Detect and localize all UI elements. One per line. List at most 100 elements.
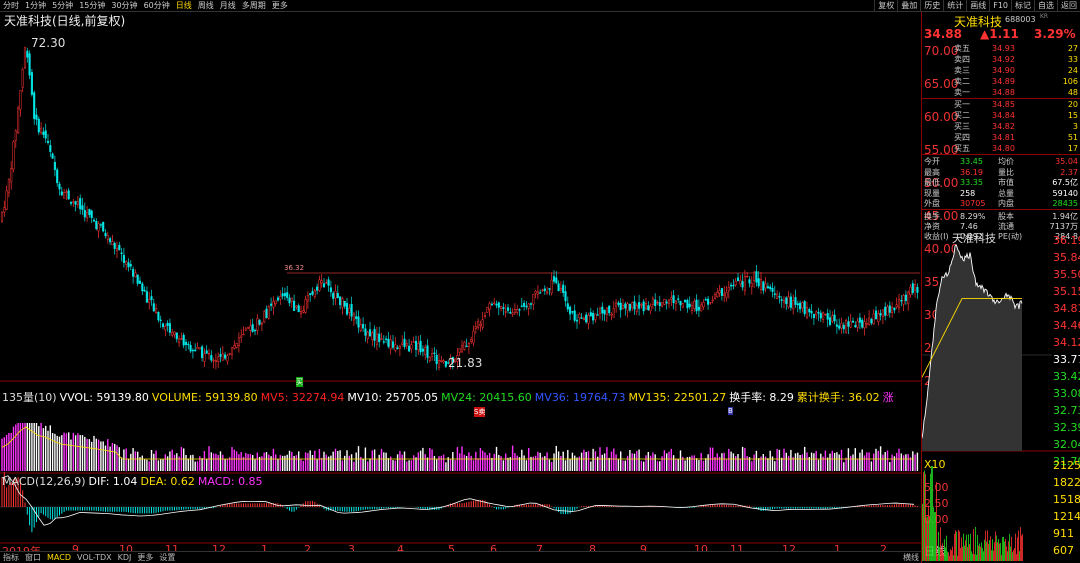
top-toolbar: 分时 1分钟 5分钟 15分钟 30分钟 60分钟 日线 周线 月线 多周期 更多 复权 叠加 历史 统计… [0, 0, 1080, 12]
period-tab-10[interactable]: 更多 [269, 0, 291, 12]
minichart-price-tick: 34.46 [1053, 319, 1080, 332]
order-book-ask-row[interactable]: 卖三 34.90 24 [922, 65, 1080, 76]
order-book-ask-row[interactable]: 卖四 34.92 33 [922, 54, 1080, 65]
stock-tag: KR [1040, 13, 1049, 20]
bid-level-label: 买三 [954, 122, 970, 131]
indicator-tab-1[interactable]: 窗口 [22, 552, 44, 563]
minichart-price-tick: 32.73 [1053, 404, 1080, 417]
order-book-bid-row[interactable]: 买五 34.80 17 [922, 143, 1080, 154]
tool-button-8[interactable]: 返回 [1057, 0, 1080, 12]
stat-label: 量比 [998, 167, 1014, 177]
sell-marker: S卖 [474, 407, 486, 417]
bid-level-label: 买五 [954, 144, 970, 153]
book-divider-2 [922, 154, 1080, 155]
indicator-tab-6[interactable]: 设置 [156, 552, 178, 563]
stat-value: 59140 [1052, 188, 1078, 198]
intraday-minichart: 天准科技 36.19 35.84 35.50 35.15 34.81 34.46 34.12… [922, 230, 1080, 563]
resistance-label: 36.32 [284, 264, 305, 272]
period-tab-7[interactable]: 周线 [195, 0, 217, 12]
period-tabs: 分时 1分钟 5分钟 15分钟 30分钟 60分钟 日线 周线 月线 多周期 更多 [0, 0, 291, 12]
kline-chart[interactable] [0, 12, 921, 551]
volume-indicator-value: 累计换手: 36.02 [796, 391, 880, 404]
period-tab-5[interactable]: 60分钟 [141, 0, 173, 12]
ask-level-label: 卖三 [954, 66, 970, 75]
order-book-ask-row[interactable]: 卖五 34.93 27 [922, 43, 1080, 54]
order-book-bid-row[interactable]: 买一 34.85 20 [922, 99, 1080, 110]
order-book-ask-row[interactable]: 卖一 34.88 48 [922, 87, 1080, 98]
period-tab-1[interactable]: 1分钟 [22, 0, 49, 12]
tool-button-3[interactable]: 统计 [943, 0, 966, 12]
bid-level-label: 买一 [954, 100, 970, 109]
tool-button-4[interactable]: 画线 [966, 0, 989, 12]
minichart-volume-tick: 607 [1053, 544, 1074, 557]
stat-label: 外盘 [924, 199, 940, 208]
stat-label: 市值 [998, 178, 1014, 187]
volume-indicator-value: VOLUME: 59139.80 [151, 391, 258, 404]
order-book-ask-row[interactable]: 卖二 34.89 106 [922, 76, 1080, 87]
minichart-price-tick: 35.84 [1053, 251, 1080, 264]
volume-indicator-name: 135量(10) [2, 391, 57, 404]
minichart-price-tick: 33.77 [1053, 353, 1080, 366]
stat-label: 内盘 [998, 199, 1014, 208]
tool-button-1[interactable]: 叠加 [897, 0, 920, 12]
stat-value: 258 [960, 188, 976, 198]
stock-code: 688003 [1005, 15, 1036, 24]
order-book-bid-row[interactable]: 买二 34.84 15 [922, 110, 1080, 121]
stat-label: 现量 [924, 188, 940, 198]
indicator-tab-4[interactable]: KDJ [115, 552, 135, 563]
indicator-tab-2[interactable]: MACD [44, 552, 74, 563]
macd-indicator-name: MACD(12,26,9) [2, 475, 86, 488]
period-tab-9[interactable]: 多周期 [239, 0, 269, 12]
ask-price: 34.88 [992, 88, 1015, 97]
period-tab-0[interactable]: 分时 [0, 0, 22, 12]
tool-button-2[interactable]: 历史 [920, 0, 943, 12]
minichart-volume-tick: 1214 [1053, 510, 1080, 523]
macd-indicator-legend: MACD(12,26,9) DIF: 1.04 DEA: 0.62 MACD: 0.8… [2, 475, 266, 488]
tool-buttons: 复权 叠加 历史 统计 画线 F10 标记 自选 返回 [874, 0, 1080, 12]
stat-value: 67.5亿 [1052, 178, 1078, 187]
bid-volume: 20 [1067, 100, 1078, 109]
ask-price: 34.89 [992, 77, 1015, 86]
quote-panel: 天准科技 688003 KR 34.88 ▲1.11 3.29% 卖五 34.93… [921, 12, 1080, 563]
stat-value: 36.19 [960, 167, 983, 177]
volume-indicator-value: VVOL: 59139.80 [59, 391, 149, 404]
tool-button-0[interactable]: 复权 [874, 0, 897, 12]
bid-volume: 15 [1067, 111, 1078, 120]
buy-marker: 买 [296, 377, 303, 387]
period-tab-6[interactable]: 日线 [173, 0, 195, 12]
hline-button[interactable]: 横线 [903, 552, 919, 563]
indicator-tabs: 指标 窗口 MACD VOL-TDX KDJ 更多 设置 [0, 552, 178, 563]
ask-level-label: 卖二 [954, 77, 970, 86]
ask-level-label: 卖五 [954, 44, 970, 53]
minichart-price-tick: 32.39 [1053, 421, 1080, 434]
order-book-bid-row[interactable]: 买三 34.82 3 [922, 121, 1080, 132]
ask-level-label: 卖四 [954, 55, 970, 64]
indicator-tab-5[interactable]: 更多 [134, 552, 156, 563]
minichart-price-tick: 32.04 [1053, 438, 1080, 451]
volume-indicator-value: MV135: 22501.27 [628, 391, 727, 404]
bid-level-label: 买四 [954, 133, 970, 142]
period-tab-3[interactable]: 15分钟 [76, 0, 108, 12]
tool-button-6[interactable]: 标记 [1011, 0, 1034, 12]
kline-area: 天准科技(日线,前复权) 72.30 21.83 36.32 买 S卖 B 13… [0, 12, 921, 551]
stats-divider [922, 209, 1080, 210]
minichart-price-tick: 34.12 [1053, 336, 1080, 349]
stat-row: 外盘 30705 内盘 28435 [922, 198, 1080, 209]
tool-button-5[interactable]: F10 [989, 0, 1011, 12]
period-tab-8[interactable]: 月线 [217, 0, 239, 12]
stat-value: 28435 [1052, 199, 1078, 208]
last-price: 34.88 [924, 27, 962, 41]
indicator-tab-3[interactable]: VOL-TDX [74, 552, 115, 563]
bid-volume: 17 [1067, 144, 1078, 153]
stat-value: 35.04 [1055, 157, 1078, 166]
macd-indicator-value: DEA: 0.62 [140, 475, 195, 488]
tool-button-7[interactable]: 自选 [1034, 0, 1057, 12]
volume-indicator-value: MV36: 19764.73 [534, 391, 626, 404]
indicator-tab-0[interactable]: 指标 [0, 552, 22, 563]
order-book-bid-row[interactable]: 买四 34.81 51 [922, 132, 1080, 143]
period-tab-2[interactable]: 5分钟 [49, 0, 76, 12]
b-marker: B [728, 407, 733, 415]
bid-price: 34.80 [992, 144, 1015, 153]
minichart-price-tick: 34.81 [1053, 302, 1080, 315]
period-tab-4[interactable]: 30分钟 [108, 0, 140, 12]
